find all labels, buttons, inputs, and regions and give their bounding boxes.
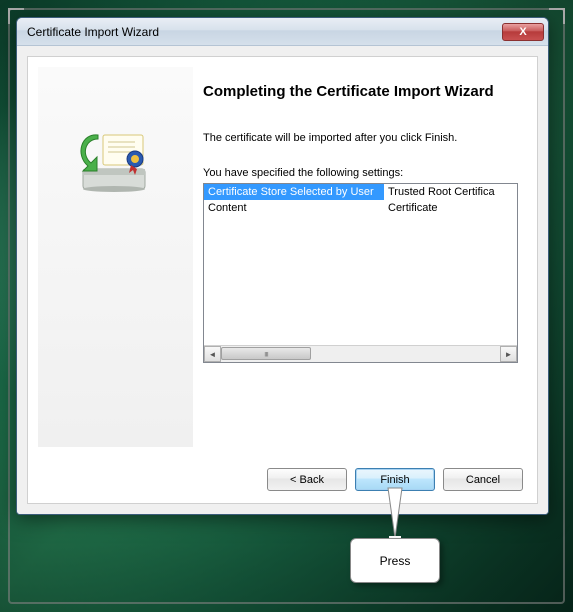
grip-icon: ııı <box>264 349 268 358</box>
setting-value: Certificate <box>384 200 517 216</box>
table-row[interactable]: Certificate Store Selected by User Trust… <box>204 184 517 200</box>
inner-panel: Completing the Certificate Import Wizard… <box>27 56 538 504</box>
page-subtext: The certificate will be imported after y… <box>203 132 513 144</box>
settings-listbox[interactable]: Certificate Store Selected by User Trust… <box>203 183 518 363</box>
content-area: Completing the Certificate Import Wizard… <box>17 46 548 514</box>
certificate-wizard-icon <box>73 127 158 197</box>
cancel-button[interactable]: Cancel <box>443 468 523 491</box>
setting-key: Certificate Store Selected by User <box>204 184 384 200</box>
chevron-right-icon: ► <box>505 350 513 359</box>
button-row: < Back Finish Cancel <box>267 468 523 491</box>
finish-button[interactable]: Finish <box>355 468 435 491</box>
close-icon: X <box>519 26 526 38</box>
window-title: Certificate Import Wizard <box>27 25 502 39</box>
scroll-thumb[interactable]: ııı <box>221 347 311 360</box>
setting-key: Content <box>204 200 384 216</box>
scroll-track[interactable]: ııı <box>221 346 500 362</box>
setting-value: Trusted Root Certifica <box>384 184 517 200</box>
chevron-left-icon: ◄ <box>209 350 217 359</box>
scroll-right-button[interactable]: ► <box>500 346 517 362</box>
horizontal-scrollbar[interactable]: ◄ ııı ► <box>204 345 517 362</box>
wizard-window: Certificate Import Wizard X <box>16 17 549 515</box>
titlebar[interactable]: Certificate Import Wizard X <box>17 18 548 46</box>
scroll-left-button[interactable]: ◄ <box>204 346 221 362</box>
back-button[interactable]: < Back <box>267 468 347 491</box>
settings-table: Certificate Store Selected by User Trust… <box>204 184 517 216</box>
wizard-sidebar <box>38 67 193 447</box>
settings-label: You have specified the following setting… <box>203 167 403 179</box>
page-title: Completing the Certificate Import Wizard <box>203 82 513 102</box>
close-button[interactable]: X <box>502 23 544 41</box>
table-row[interactable]: Content Certificate <box>204 200 517 216</box>
